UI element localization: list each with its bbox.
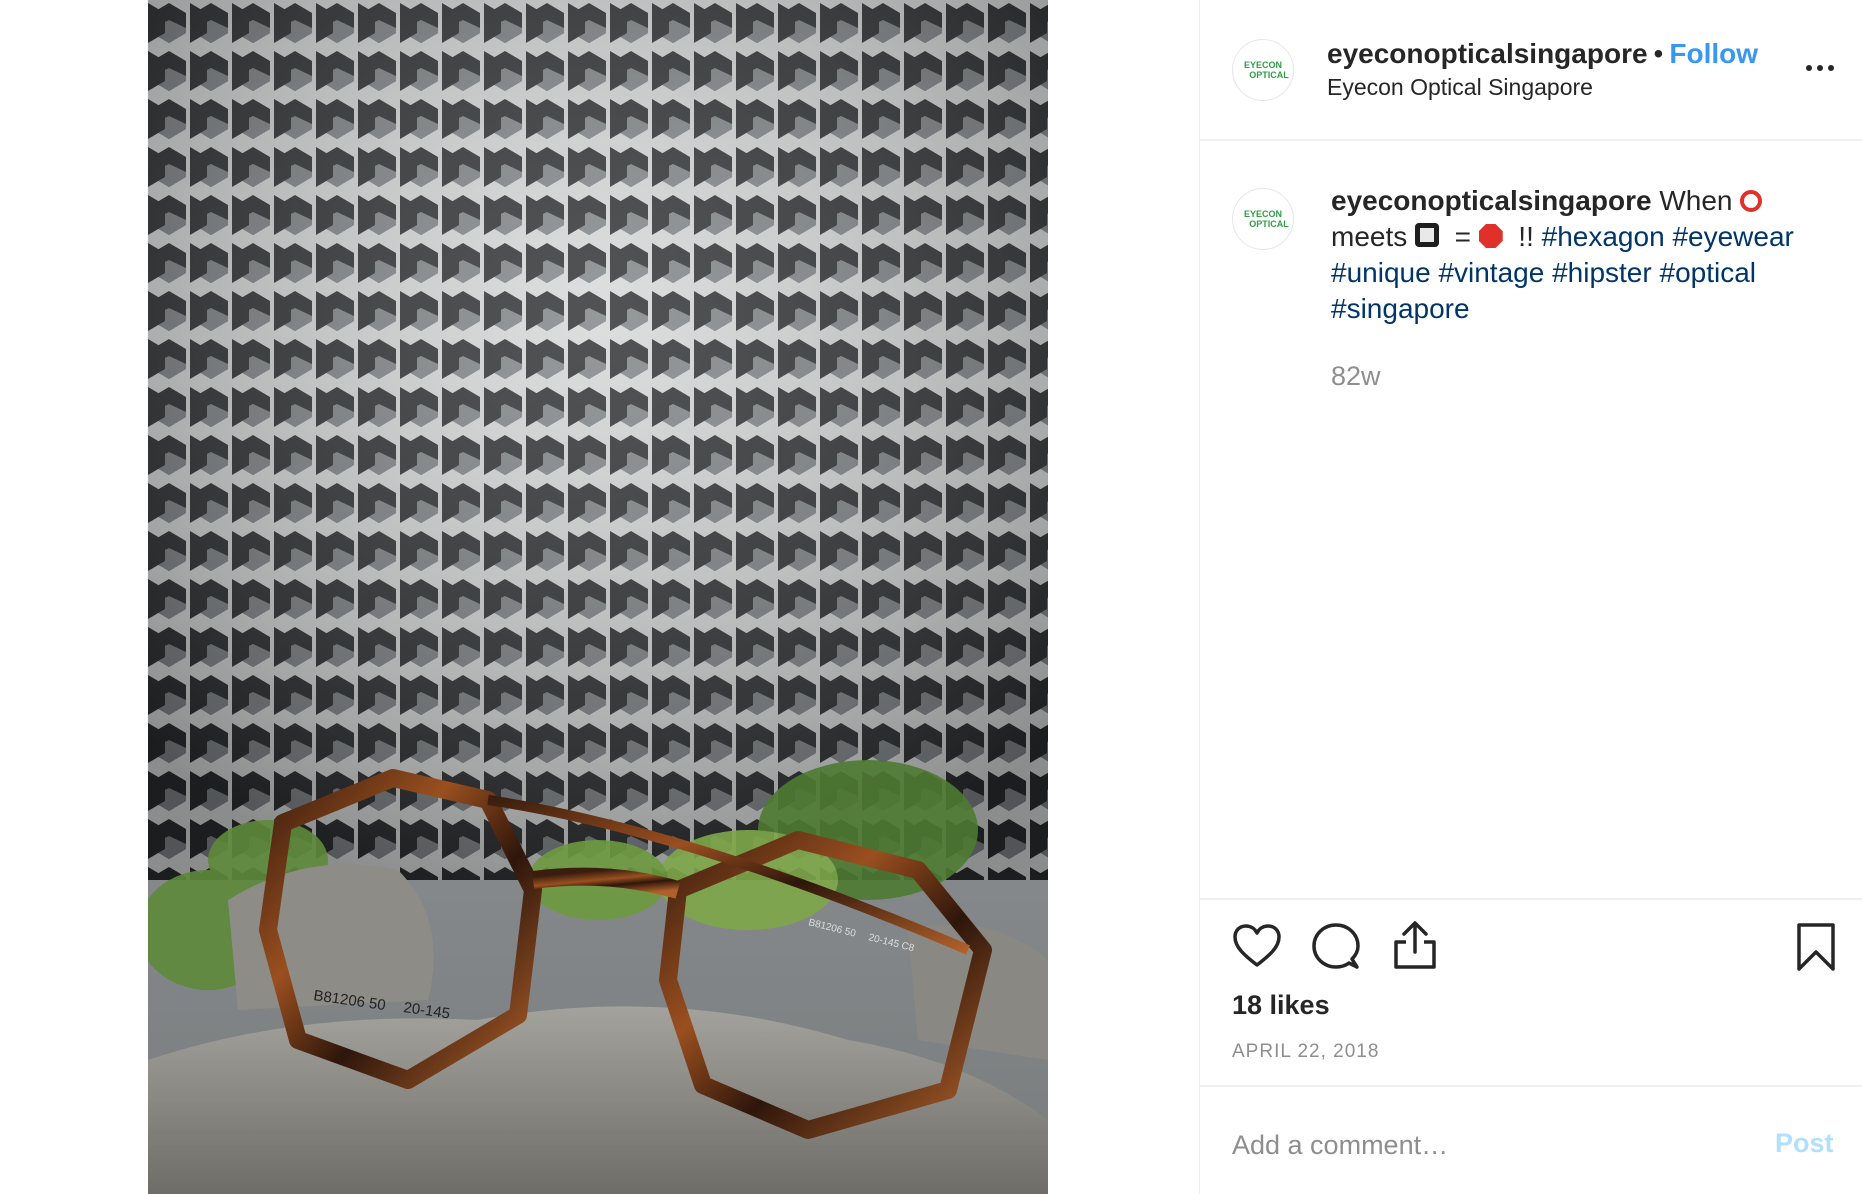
avatar-text-line-2: OPTICAL [1249, 70, 1289, 80]
caption-word-meets: meets [1331, 221, 1408, 252]
heart-icon[interactable] [1232, 923, 1282, 969]
avatar[interactable]: EYECON OPTICAL [1232, 39, 1294, 101]
likes-count[interactable]: 18 likes [1232, 990, 1330, 1021]
header-title-line: eyeconopticalsingapore • Follow [1327, 38, 1758, 70]
post-image[interactable]: B81206 50 20-145 B81206 50 20-145 C8 [148, 0, 1048, 1194]
caption-word-when: When [1659, 185, 1733, 216]
caption-equals: = [1454, 221, 1471, 252]
post-side-panel: EYECON OPTICAL eyeconopticalsingapore • Fo… [1200, 0, 1862, 1194]
hashtag-link[interactable]: #optical [1660, 257, 1757, 288]
post-date[interactable]: APRIL 22, 2018 [1232, 1041, 1379, 1063]
comment-input[interactable] [1232, 1120, 1732, 1170]
hashtag-link[interactable]: #singapore [1331, 293, 1470, 324]
hashtag-link[interactable]: #hexagon [1542, 221, 1665, 252]
post-button[interactable]: Post [1775, 1128, 1834, 1159]
caption-avatar-text-line-2: OPTICAL [1249, 219, 1289, 229]
caption-age[interactable]: 82w [1331, 361, 1381, 392]
hashtag-link[interactable]: #unique [1331, 257, 1431, 288]
caption-text: eyeconopticalsingapore When meets = !! #… [1331, 183, 1841, 327]
header-username[interactable]: eyeconopticalsingapore [1327, 38, 1648, 69]
hashtag-link[interactable]: #vintage [1438, 257, 1544, 288]
follow-button[interactable]: Follow [1669, 38, 1758, 69]
caption-avatar-text-line-1: EYECON [1243, 209, 1282, 219]
square-emoji [1415, 223, 1440, 247]
hashtag-link[interactable]: #hipster [1552, 257, 1652, 288]
avatar-text-line-1: EYECON [1243, 60, 1282, 70]
caption-area: EYECON OPTICAL eyeconopticalsingapore Wh… [1200, 141, 1862, 898]
caption-avatar[interactable]: EYECON OPTICAL [1232, 188, 1294, 250]
red-circle-emoji [1740, 190, 1763, 212]
caption-username[interactable]: eyeconopticalsingapore [1331, 185, 1652, 216]
caption-exclaim: !! [1518, 221, 1534, 252]
post-image-graphic: B81206 50 20-145 B81206 50 20-145 C8 [148, 0, 1048, 1194]
header-separator: • [1653, 38, 1664, 69]
bookmark-icon[interactable] [1795, 922, 1837, 972]
share-icon[interactable] [1392, 920, 1438, 970]
comment-divider [1200, 1085, 1862, 1087]
hashtag-link[interactable]: #eyewear [1672, 221, 1793, 252]
stop-sign-emoji [1478, 224, 1503, 248]
actions-divider [1200, 898, 1862, 900]
header-subtitle: Eyecon Optical Singapore [1327, 74, 1593, 100]
comment-icon[interactable] [1312, 922, 1360, 970]
more-horizontal-icon[interactable] [1803, 56, 1837, 80]
post-header: EYECON OPTICAL eyeconopticalsingapore • Fo… [1200, 0, 1862, 141]
